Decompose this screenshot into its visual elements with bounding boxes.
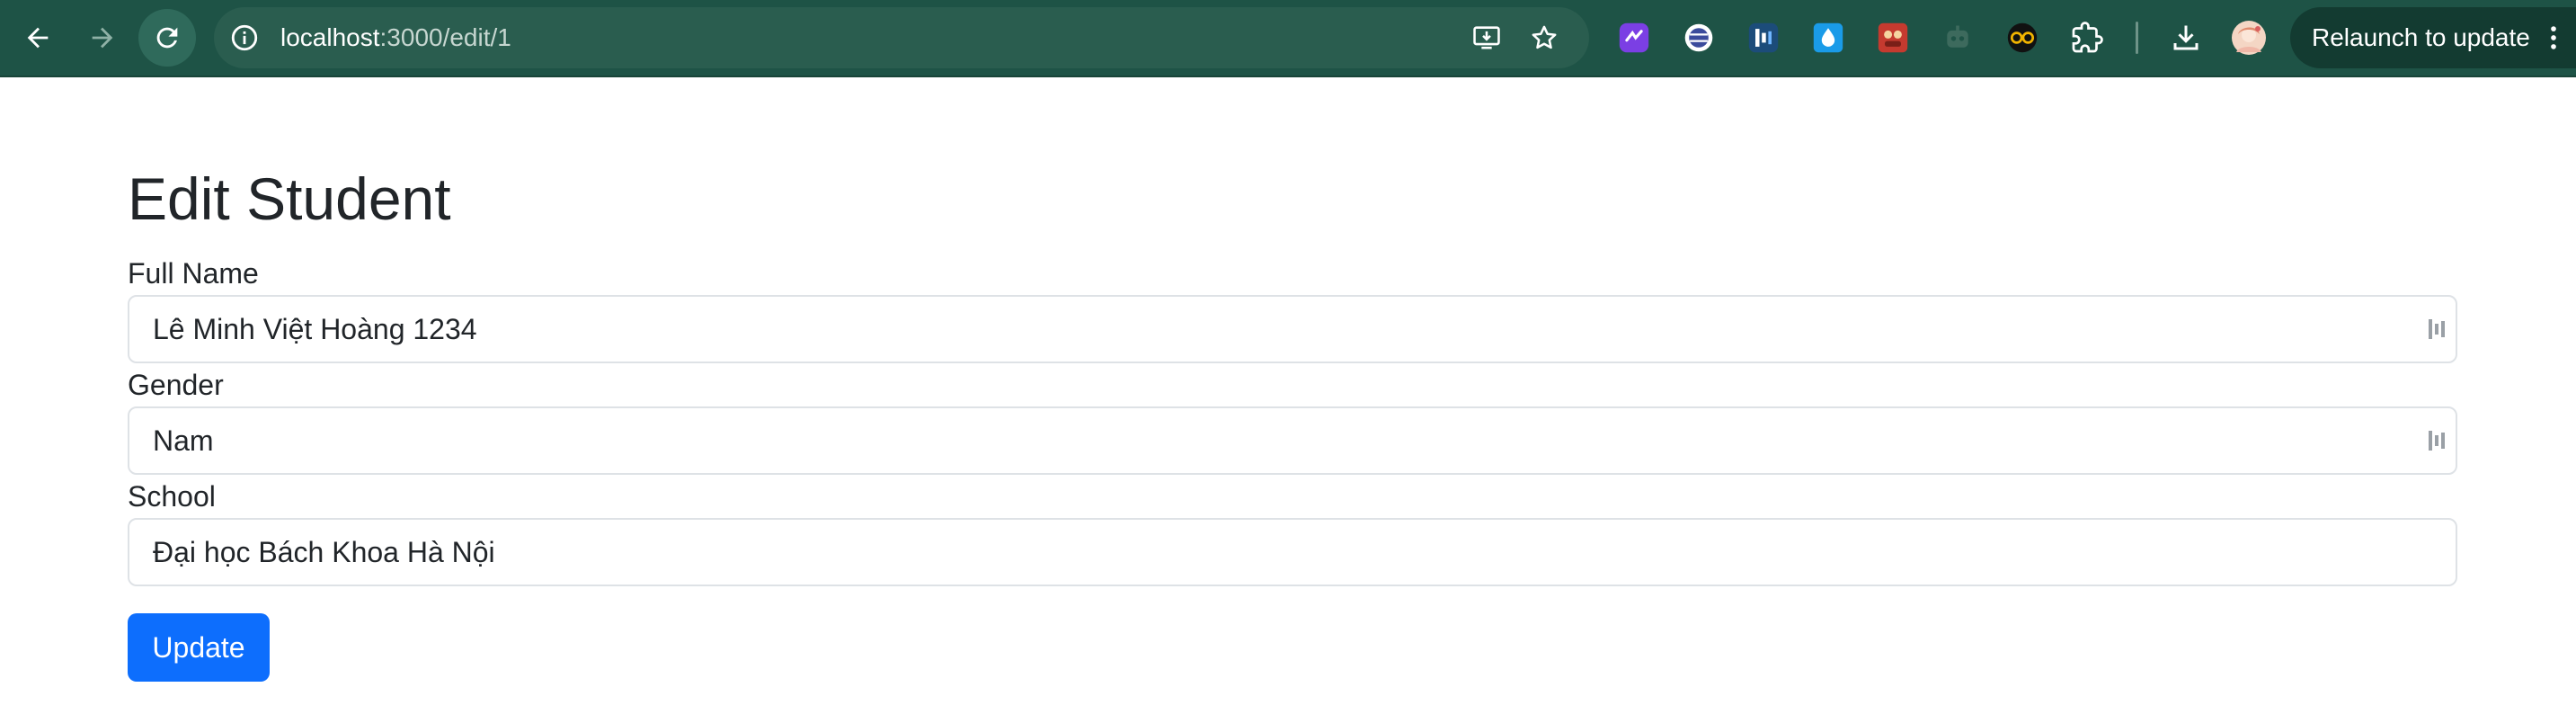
- extension-robot-icon[interactable]: [1940, 20, 1976, 56]
- extension-drop-icon[interactable]: [1810, 20, 1846, 56]
- full-name-input[interactable]: [128, 295, 2457, 363]
- back-button[interactable]: [9, 9, 67, 67]
- forward-button[interactable]: [74, 9, 131, 67]
- password-manager-icon[interactable]: [2427, 427, 2450, 454]
- gender-label: Gender: [128, 369, 224, 401]
- address-bar[interactable]: localhost:3000/edit/1: [214, 7, 1589, 68]
- extension-glasses-icon[interactable]: [2004, 20, 2040, 56]
- bookmark-star-icon[interactable]: [1528, 22, 1560, 54]
- extension-red-icon[interactable]: [1875, 20, 1911, 56]
- relaunch-label: Relaunch to update: [2312, 23, 2530, 51]
- downloads-icon[interactable]: [2168, 20, 2204, 56]
- back-arrow-icon: [27, 27, 49, 49]
- url-text[interactable]: localhost:3000/edit/1: [280, 7, 511, 68]
- reload-icon: [156, 27, 178, 49]
- page-content: Edit Student Full Name Gender School Upd…: [0, 79, 2576, 723]
- url-path: :3000/edit/1: [379, 23, 511, 51]
- url-host: localhost: [280, 23, 380, 51]
- toolbar-separator: [2136, 22, 2138, 54]
- reload-button[interactable]: [138, 9, 196, 67]
- update-button[interactable]: Update: [128, 613, 270, 682]
- extension-globe-icon[interactable]: [1681, 20, 1717, 56]
- gender-input[interactable]: [128, 406, 2457, 475]
- install-app-icon[interactable]: [1470, 22, 1503, 54]
- relaunch-button[interactable]: Relaunch to update: [2290, 7, 2576, 68]
- more-vert-icon: [2551, 26, 2556, 49]
- school-input[interactable]: [128, 518, 2457, 586]
- page-title: Edit Student: [128, 165, 451, 232]
- school-label: School: [128, 480, 216, 513]
- extension-purple-icon[interactable]: [1616, 20, 1652, 56]
- extensions-puzzle-icon[interactable]: [2069, 20, 2105, 56]
- browser-toolbar: localhost:3000/edit/1 Relaunch to update: [0, 0, 2576, 77]
- forward-arrow-icon: [92, 27, 113, 49]
- password-manager-icon[interactable]: [2427, 316, 2450, 343]
- profile-avatar[interactable]: [2231, 20, 2267, 56]
- extension-bars-icon[interactable]: [1745, 20, 1781, 56]
- full-name-label: Full Name: [128, 257, 259, 290]
- site-info-icon[interactable]: [228, 22, 261, 54]
